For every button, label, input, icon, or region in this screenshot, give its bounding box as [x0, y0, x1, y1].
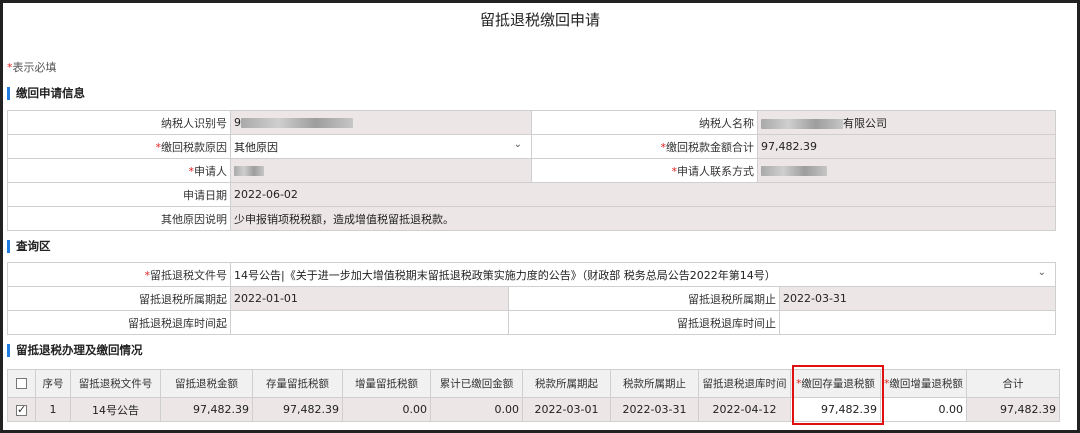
col-total: 合计 [966, 369, 1060, 398]
cell-doc: 14号公告 [70, 397, 161, 422]
cell-incr-tax: 0.00 [342, 397, 431, 422]
reason-label: *缴回税款原因 [7, 134, 231, 159]
reason-select[interactable]: 其他原因 ⌄ [230, 134, 532, 159]
date-value: 2022-06-02 [234, 188, 298, 201]
contact-field[interactable] [757, 158, 1056, 183]
amount-total-label: *缴回税款金额合计 [531, 134, 758, 159]
date-label: 申请日期 [7, 182, 231, 207]
other-reason-field[interactable]: 少申报销项税税额，造成增值税留抵退税款。 [230, 206, 1056, 231]
taxpayer-name-suffix: 有限公司 [843, 116, 887, 130]
col-doc: 留抵退税文件号 [70, 369, 161, 398]
other-reason-value: 少申报销项税税额，造成增值税留抵退税款。 [234, 212, 454, 226]
period-end-label: 留抵退税所属期止 [508, 286, 780, 311]
refund-end-field[interactable] [778, 310, 1057, 335]
col-period-start: 税款所属期起 [522, 369, 611, 398]
taxpayer-id-value: 9 [234, 116, 241, 129]
col-seq: 序号 [35, 369, 71, 398]
page-frame: 留抵退税缴回申请 *表示必填 缴回申请信息 纳税人识别号 9 纳税人名称 有限公… [0, 0, 1080, 433]
amount-total-field[interactable]: 97,482.39 [757, 134, 1056, 159]
applicant-field[interactable] [230, 158, 532, 183]
required-note: *表示必填 [7, 59, 57, 75]
row-checkbox[interactable] [16, 403, 27, 416]
date-field[interactable]: 2022-06-02 [230, 182, 1056, 207]
taxpayer-name-field[interactable]: 有限公司 [757, 110, 1056, 135]
col-returned-total: 累计已缴回金额 [430, 369, 523, 398]
period-end-field[interactable]: 2022-03-31 [778, 286, 1057, 311]
cell-seq: 1 [35, 397, 71, 422]
input-return-stock[interactable]: 97,482.39 [790, 397, 881, 422]
cell-stock-tax: 97,482.39 [252, 397, 343, 422]
doc-select[interactable]: 14号公告|《关于进一步加大增值税期末留抵退税政策实施力度的公告》（财政部 税务… [229, 262, 1057, 287]
cell-refund-time: 2022-04-12 [698, 397, 791, 422]
reason-value: 其他原因 [234, 140, 278, 154]
query-form: *留抵退税文件号 14号公告|《关于进一步加大增值税期末留抵退税政策实施力度的公… [7, 262, 1057, 335]
doc-value: 14号公告|《关于进一步加大增值税期末留抵退税政策实施力度的公告》（财政部 税务… [234, 268, 776, 282]
taxpayer-id-label: 纳税人识别号 [7, 110, 231, 135]
cell-period-start: 2022-03-01 [522, 397, 611, 422]
cell-returned-total: 0.00 [430, 397, 523, 422]
refund-start-label: 留抵退税退库时间起 [7, 310, 231, 335]
redacted-taxpayer-id [241, 118, 353, 128]
select-all-checkbox[interactable] [16, 378, 27, 389]
cell-period-end: 2022-03-31 [610, 397, 699, 422]
applicant-label: *申请人 [7, 158, 231, 183]
period-start-label: 留抵退税所属期起 [7, 286, 231, 311]
redacted-applicant [234, 166, 264, 176]
refund-end-label: 留抵退税退库时间止 [508, 310, 780, 335]
amount-total-value: 97,482.39 [761, 140, 817, 153]
section-query: 查询区 [7, 240, 51, 253]
page-title: 留抵退税缴回申请 [479, 11, 600, 29]
redacted-contact [761, 166, 827, 176]
cell-total: 97,482.39 [966, 397, 1060, 422]
taxpayer-id-field[interactable]: 9 [230, 110, 532, 135]
select-all-cell[interactable] [7, 369, 36, 398]
taxpayer-name-label: 纳税人名称 [531, 110, 758, 135]
cell-refund-amount: 97,482.39 [160, 397, 253, 422]
doc-label: *留抵退税文件号 [7, 262, 231, 287]
status-table: 序号 留抵退税文件号 留抵退税金额 存量留抵税额 增量留抵税额 累计已缴回金额 … [7, 369, 1060, 422]
redacted-taxpayer-name [761, 118, 843, 129]
col-stock-tax: 存量留抵税额 [252, 369, 343, 398]
col-return-stock: *缴回存量退税额 [790, 369, 881, 398]
col-refund-time: 留抵退税退库时间 [698, 369, 791, 398]
chevron-down-icon: ⌄ [1037, 266, 1047, 278]
contact-label: *申请人联系方式 [531, 158, 758, 183]
chevron-down-icon: ⌄ [513, 138, 522, 150]
input-return-incr[interactable]: 0.00 [880, 397, 967, 422]
section-status: 留抵退税办理及缴回情况 [7, 344, 143, 357]
table-row: 1 14号公告 97,482.39 97,482.39 0.00 0.00 20… [7, 397, 1060, 422]
col-return-incr: *缴回增量退税额 [880, 369, 967, 398]
col-incr-tax: 增量留抵税额 [342, 369, 431, 398]
col-period-end: 税款所属期止 [610, 369, 699, 398]
required-note-text: 表示必填 [12, 61, 57, 74]
table-header-row: 序号 留抵退税文件号 留抵退税金额 存量留抵税额 增量留抵税额 累计已缴回金额 … [7, 369, 1060, 398]
col-refund-amount: 留抵退税金额 [160, 369, 253, 398]
section-apply-info: 缴回申请信息 [7, 87, 85, 100]
period-start-field[interactable]: 2022-01-01 [230, 286, 509, 311]
row-checkbox-cell[interactable] [7, 397, 36, 422]
refund-start-field[interactable] [230, 310, 509, 335]
other-reason-label: 其他原因说明 [7, 206, 231, 231]
apply-info-form: 纳税人识别号 9 纳税人名称 有限公司 *缴回税款原因 其他原因 ⌄ *缴回税款金… [7, 110, 1056, 231]
